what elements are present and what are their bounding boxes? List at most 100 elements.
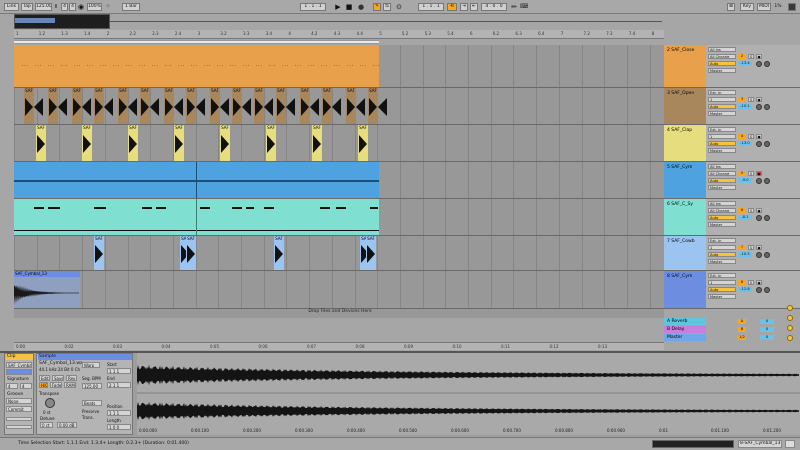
midi-note[interactable] — [142, 207, 152, 209]
output-dropdown[interactable]: Master — [708, 148, 736, 153]
play-icon[interactable]: ▶ — [334, 3, 342, 11]
status-clip-name[interactable]: 8-SAF_Cymbal_13 — [738, 440, 782, 448]
track-lane[interactable] — [14, 199, 664, 236]
send-b-knob-icon[interactable] — [764, 104, 770, 110]
output-dropdown[interactable]: Master — [708, 68, 736, 73]
track-activator-button[interactable]: 2 — [738, 54, 746, 59]
input-channel-dropdown[interactable]: All Channe — [708, 171, 736, 176]
clip[interactable]: SAF SAF SAF SAF SAF SAF SAF SAF SAF SAF SAF SAF SAF S… — [14, 88, 387, 124]
return-track-row[interactable]: A Reverb A 0 — [664, 318, 800, 325]
midi-note[interactable] — [34, 207, 44, 209]
return-volume-field[interactable]: 0 — [760, 335, 774, 340]
return-volume-field[interactable]: 0 — [760, 327, 774, 332]
clip-segment[interactable]: SAF — [36, 125, 46, 161]
position-field[interactable]: 1 1 1 — [107, 410, 131, 416]
gain-field[interactable]: 0.00 dB — [57, 422, 77, 428]
track-volume-field[interactable]: -12.8 — [738, 287, 752, 292]
solo-button[interactable]: S — [748, 54, 754, 59]
time-ruler[interactable]: 0:00 0:02 0:03 0:04 0:05 0:06 0:07 0:08 0:09 0:10… — [14, 342, 664, 350]
midi-note[interactable] — [370, 207, 378, 209]
midi-note[interactable] — [48, 207, 60, 209]
clip-segment[interactable]: SAF — [128, 125, 138, 161]
hiq-button[interactable]: HiQ — [39, 382, 48, 388]
start-field[interactable]: 1 1 1 — [107, 368, 131, 374]
end-field[interactable]: 2 1 1 — [107, 382, 131, 388]
track-name[interactable]: 3 SAF_Open — [666, 90, 706, 97]
warp-button[interactable]: Warp — [82, 362, 100, 368]
track-name[interactable]: 4 SAF_Clap — [666, 127, 706, 134]
transpose-knob-icon[interactable] — [45, 398, 55, 408]
send-b-knob-icon[interactable] — [764, 252, 770, 258]
clip-segment[interactable]: SAF — [322, 88, 332, 124]
track-lane[interactable]: SAF SAF SAF SAF SAF SAF — [14, 236, 664, 271]
metronome-icon[interactable]: ◉ — [77, 3, 85, 11]
midi-note[interactable] — [264, 207, 274, 209]
clip[interactable] — [14, 162, 379, 198]
send-a-knob-icon[interactable] — [756, 215, 762, 221]
track-activator-button[interactable]: 4 — [738, 134, 746, 139]
draw-mode-icon[interactable]: ✏ — [510, 3, 518, 11]
computer-midi-keyboard-icon[interactable]: ⌨ — [520, 3, 528, 11]
solo-button[interactable]: S — [748, 208, 754, 213]
monitor-switch[interactable]: Auto — [708, 287, 736, 292]
record-icon[interactable]: ● — [357, 3, 365, 11]
output-dropdown[interactable]: Master — [708, 111, 736, 116]
clip-segment[interactable]: SAF — [24, 88, 34, 124]
clip-color-swatch[interactable] — [6, 369, 32, 375]
send-b-knob-icon[interactable] — [764, 61, 770, 67]
sample-rev-button[interactable]: Rev — [66, 375, 77, 381]
drop-zone-label[interactable]: Drop Files and Devices Here — [200, 309, 480, 317]
solo-button[interactable]: S — [748, 245, 754, 250]
zoom-dot-icon[interactable] — [787, 305, 793, 311]
input-channel-dropdown[interactable]: All Channe — [708, 54, 736, 59]
midi-dots-icon[interactable]: ⁘ — [104, 3, 112, 11]
clip-segment[interactable]: SAF — [186, 236, 196, 270]
return-activator-button[interactable]: 1/2 — [738, 335, 746, 340]
output-dropdown[interactable]: Master — [708, 222, 736, 227]
clip-segment[interactable]: SAF — [312, 125, 322, 161]
track-volume-field[interactable]: -10.1 — [738, 104, 752, 109]
track-volume-field[interactable]: -10.5 — [738, 252, 752, 257]
input-type-dropdown[interactable]: All Ins — [708, 201, 736, 206]
input-channel-dropdown[interactable]: 1 — [708, 245, 736, 250]
send-a-knob-icon[interactable] — [756, 178, 762, 184]
loop-start-field[interactable]: 1 . 1 . 1 — [418, 3, 444, 11]
track-activator-button[interactable]: 6 — [738, 208, 746, 213]
track-header[interactable]: 4 SAF_Clap Ext. In 1 Auto Master 4 S ● -13.0 — [664, 125, 800, 162]
monitor-switch[interactable]: Auto — [708, 104, 736, 109]
ram-button[interactable]: RAM — [64, 382, 76, 388]
key-map-switch-icon[interactable]: ⊞ — [727, 3, 735, 11]
punch-out-icon[interactable]: ⇤ — [470, 3, 478, 11]
midi-note[interactable] — [232, 207, 242, 209]
track-activator-button[interactable]: 7 — [738, 245, 746, 250]
commit-button[interactable]: Commit — [6, 406, 32, 412]
clip-segment[interactable]: SAF — [210, 88, 220, 124]
zoom-dot-icon[interactable] — [787, 335, 793, 341]
solo-button[interactable]: S — [748, 280, 754, 285]
send-a-knob-icon[interactable] — [756, 141, 762, 147]
track-lane[interactable]: SAF SAF SAF SAF SAF SAF SAF SAF — [14, 125, 664, 162]
monitor-switch[interactable]: Auto — [708, 178, 736, 183]
input-type-dropdown[interactable]: All Ins — [708, 47, 736, 52]
monitor-switch[interactable]: Auto — [708, 61, 736, 66]
input-type-dropdown[interactable]: Ext. In — [708, 127, 736, 132]
midi-note[interactable] — [320, 207, 330, 209]
detail-toggle-icon[interactable] — [785, 440, 795, 448]
track-header[interactable]: 2 SAF_Close All Ins All Channe Auto Master 2 S… — [664, 45, 800, 88]
clip[interactable]: SAF_Cymbal_13 — [14, 271, 80, 308]
waveform-graphic[interactable]: 0:00.000 0:00.100 0:00.200 0:00.300 0:00.400… — [137, 353, 800, 435]
clip-segment[interactable]: SAF — [358, 125, 368, 161]
track-header[interactable]: 8 SAF_Cym Ext. In 1 Auto Master 8 S ● -12.8 — [664, 271, 800, 309]
tempo-field[interactable]: 125.00 — [35, 3, 52, 11]
clip[interactable]: SAF SAF SAF SAF SAF SAF SAF SAF — [14, 125, 379, 161]
send-a-knob-icon[interactable] — [756, 252, 762, 258]
clip-segment[interactable]: SAF — [94, 88, 104, 124]
arm-button[interactable]: ● — [756, 280, 762, 285]
automation-arm-icon[interactable]: ✎ — [373, 3, 381, 11]
clip-segment[interactable]: SAF — [174, 125, 184, 161]
track-name[interactable]: 8 SAF_Cym — [666, 273, 706, 280]
clip[interactable]: SAF SAF SAF SAF SAF SAF — [14, 236, 379, 270]
detune-field[interactable]: 0 ct — [40, 422, 53, 428]
arm-button[interactable]: ● — [756, 134, 762, 139]
clip-name-field[interactable]: SAF_Cymbal — [6, 362, 32, 368]
